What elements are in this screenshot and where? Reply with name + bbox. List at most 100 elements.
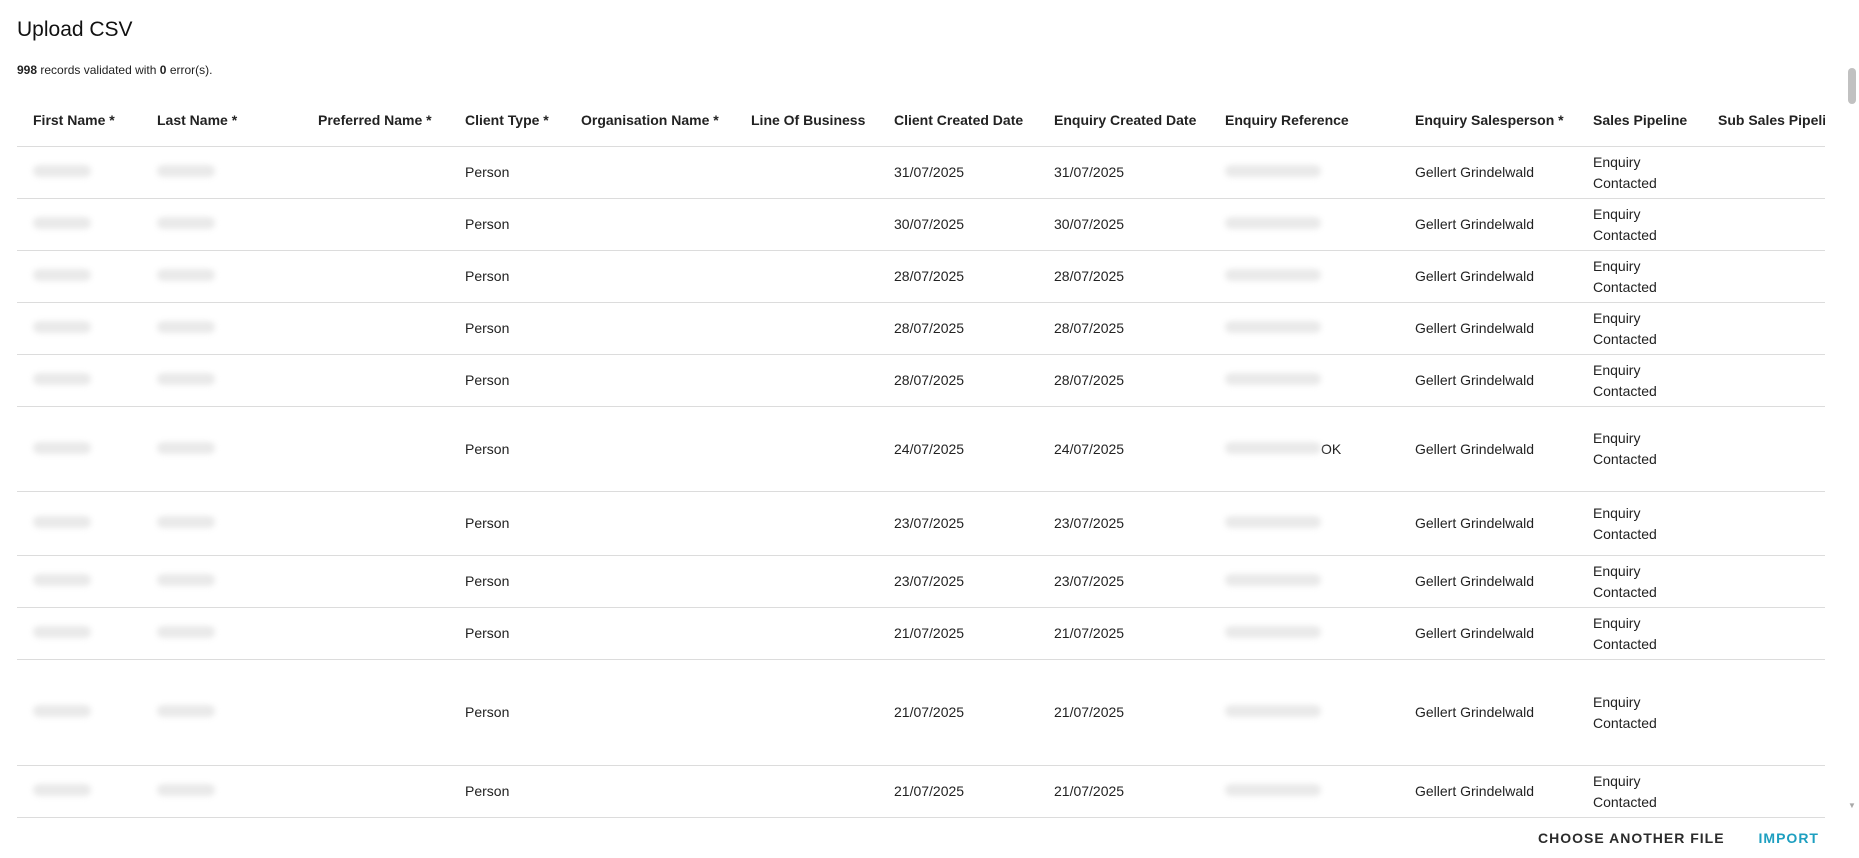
client-created-date-cell: 21/07/2025 [878, 765, 1038, 818]
col-sales-pipeline[interactable]: Sales Pipeline [1577, 94, 1702, 147]
salesperson-cell: Gellert Grindelwald [1399, 406, 1577, 492]
first-name-cell [17, 491, 141, 556]
enquiry-created-date-cell: 23/07/2025 [1038, 555, 1209, 608]
last-name-cell [141, 302, 302, 355]
col-enquiry-created-date[interactable]: Enquiry Created Date [1038, 94, 1209, 147]
line-of-business-cell [735, 555, 878, 608]
enquiry-created-date-cell: 28/07/2025 [1038, 354, 1209, 407]
first-name-cell [17, 765, 141, 818]
validation-summary: 998 records validated with 0 error(s). [17, 63, 212, 77]
client-created-date-cell: 23/07/2025 [878, 491, 1038, 556]
col-line-of-business[interactable]: Line Of Business [735, 94, 878, 147]
organisation-name-cell [565, 765, 735, 818]
sales-pipeline-cell: Enquiry Contacted [1577, 491, 1702, 556]
import-button[interactable]: IMPORT [1759, 826, 1819, 850]
enquiry-reference-cell [1209, 659, 1399, 766]
redacted-value [33, 441, 91, 454]
client-created-date-cell: 23/07/2025 [878, 555, 1038, 608]
sales-pipeline-cell: Enquiry Contacted [1577, 146, 1702, 199]
salesperson-cell: Gellert Grindelwald [1399, 198, 1577, 251]
organisation-name-cell [565, 250, 735, 303]
table-row: Person 21/07/2025 21/07/2025 Gellert Gri… [17, 607, 1825, 660]
col-sub-sales-pipeline[interactable]: Sub Sales Pipeline [1702, 94, 1825, 147]
client-created-date-cell: 28/07/2025 [878, 354, 1038, 407]
enquiry-created-date-cell: 28/07/2025 [1038, 250, 1209, 303]
first-name-cell [17, 406, 141, 492]
col-client-type[interactable]: Client Type * [449, 94, 565, 147]
client-type-cell: Person [449, 765, 565, 818]
redacted-value [157, 574, 215, 586]
salesperson-cell: Gellert Grindelwald [1399, 146, 1577, 199]
preferred-name-cell [302, 491, 449, 556]
last-name-cell [141, 250, 302, 303]
redacted-value [33, 516, 91, 528]
scrollbar-thumb[interactable] [1848, 68, 1856, 104]
first-name-cell [17, 198, 141, 251]
salesperson-cell: Gellert Grindelwald [1399, 659, 1577, 766]
redacted-value [1225, 217, 1321, 229]
client-type-cell: Person [449, 491, 565, 556]
scroll-down-arrow-icon[interactable]: ▼ [1848, 801, 1856, 810]
vertical-scrollbar[interactable]: ▼ [1845, 62, 1859, 810]
first-name-cell [17, 555, 141, 608]
organisation-name-cell [565, 146, 735, 199]
col-last-name[interactable]: Last Name * [141, 94, 302, 147]
sub-sales-pipeline-cell [1702, 659, 1825, 766]
line-of-business-cell [735, 198, 878, 251]
records-table-container[interactable]: First Name * Last Name * Preferred Name … [17, 94, 1825, 826]
organisation-name-cell [565, 555, 735, 608]
col-enquiry-salesperson[interactable]: Enquiry Salesperson * [1399, 94, 1577, 147]
preferred-name-cell [302, 765, 449, 818]
choose-another-file-button[interactable]: CHOOSE ANOTHER FILE [1538, 826, 1725, 850]
line-of-business-cell [735, 146, 878, 199]
preferred-name-cell [302, 198, 449, 251]
col-organisation-name[interactable]: Organisation Name * [565, 94, 735, 147]
table-row: Person 24/07/2025 24/07/2025 OK Gellert … [17, 406, 1825, 492]
last-name-cell [141, 491, 302, 556]
last-name-cell [141, 146, 302, 199]
redacted-value [157, 441, 215, 454]
table-row: Person 28/07/2025 28/07/2025 Gellert Gri… [17, 302, 1825, 355]
client-created-date-cell: 28/07/2025 [878, 302, 1038, 355]
col-enquiry-reference[interactable]: Enquiry Reference [1209, 94, 1399, 147]
first-name-cell [17, 250, 141, 303]
last-name-cell [141, 765, 302, 818]
sub-sales-pipeline-cell [1702, 146, 1825, 199]
preferred-name-cell [302, 555, 449, 608]
header-row: First Name * Last Name * Preferred Name … [17, 94, 1825, 147]
client-created-date-cell: 21/07/2025 [878, 659, 1038, 766]
enquiry-reference-cell [1209, 250, 1399, 303]
last-name-cell [141, 354, 302, 407]
table-row: Person 28/07/2025 28/07/2025 Gellert Gri… [17, 250, 1825, 303]
sales-pipeline-cell: Enquiry Contacted [1577, 406, 1702, 492]
page-title: Upload CSV [17, 18, 133, 41]
sub-sales-pipeline-cell [1702, 302, 1825, 355]
organisation-name-cell [565, 659, 735, 766]
redacted-value [1225, 165, 1321, 177]
sales-pipeline-cell: Enquiry Contacted [1577, 302, 1702, 355]
sales-pipeline-cell: Enquiry Contacted [1577, 250, 1702, 303]
record-count: 998 [17, 63, 38, 77]
redacted-value [33, 626, 91, 638]
organisation-name-cell [565, 491, 735, 556]
dialog-actions: CHOOSE ANOTHER FILE IMPORT [1538, 826, 1819, 850]
redacted-value [1225, 373, 1321, 385]
col-first-name[interactable]: First Name * [17, 94, 141, 147]
enquiry-reference-cell [1209, 302, 1399, 355]
table-row: Person 28/07/2025 28/07/2025 Gellert Gri… [17, 354, 1825, 407]
redacted-value [1225, 441, 1321, 454]
salesperson-cell: Gellert Grindelwald [1399, 491, 1577, 556]
table-row: Person 23/07/2025 23/07/2025 Gellert Gri… [17, 491, 1825, 556]
reference-suffix: OK [1321, 440, 1342, 457]
col-client-created-date[interactable]: Client Created Date [878, 94, 1038, 147]
col-preferred-name[interactable]: Preferred Name * [302, 94, 449, 147]
first-name-cell [17, 607, 141, 660]
table-row: Person 23/07/2025 23/07/2025 Gellert Gri… [17, 555, 1825, 608]
client-created-date-cell: 31/07/2025 [878, 146, 1038, 199]
organisation-name-cell [565, 198, 735, 251]
last-name-cell [141, 555, 302, 608]
client-type-cell: Person [449, 354, 565, 407]
client-type-cell: Person [449, 659, 565, 766]
client-type-cell: Person [449, 406, 565, 492]
redacted-value [33, 269, 91, 281]
